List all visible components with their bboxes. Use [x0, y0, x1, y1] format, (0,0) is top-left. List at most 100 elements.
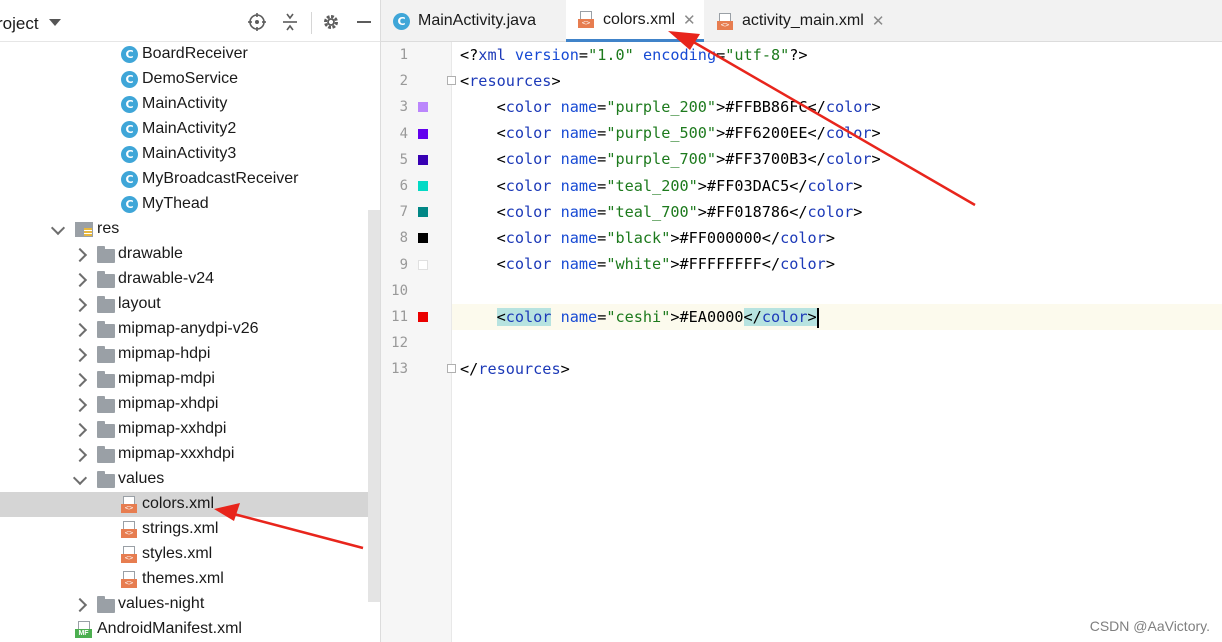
folder-icon: [97, 396, 115, 413]
tree-item[interactable]: values-night: [0, 592, 381, 617]
fold-marker-icon[interactable]: [447, 364, 456, 373]
tree-item[interactable]: mipmap-xhdpi: [0, 392, 381, 417]
tag-name: color: [505, 124, 552, 143]
gear-icon[interactable]: [321, 12, 341, 32]
folder-icon: [97, 246, 115, 263]
tree-item[interactable]: values: [0, 467, 381, 492]
code-line-4[interactable]: <color name="purple_500">#FF6200EE</colo…: [460, 120, 881, 146]
folder-icon: [97, 271, 115, 288]
watermark: CSDN @AaVictory.: [1089, 618, 1210, 634]
color-value: #FF3700B3: [725, 150, 808, 169]
chevron-right-icon[interactable]: [72, 447, 88, 463]
color-swatch-icon[interactable]: [418, 181, 428, 191]
tree-item-label: mipmap-xxxhdpi: [118, 445, 235, 462]
tab-label: MainActivity.java: [418, 12, 536, 29]
tree-item[interactable]: <> themes.xml: [0, 567, 381, 592]
tree-item-label: values: [118, 470, 165, 487]
color-swatch-icon[interactable]: [418, 233, 428, 244]
chevron-right-icon[interactable]: [72, 422, 88, 438]
fold-marker-icon[interactable]: [447, 76, 456, 85]
attr-name: version: [514, 46, 579, 64]
java-class-icon: C: [121, 96, 138, 113]
tag-name: color: [825, 124, 872, 143]
tree-item[interactable]: mipmap-hdpi: [0, 342, 381, 367]
attr-value: "purple_700": [606, 150, 717, 169]
chevron-down-icon[interactable]: [72, 470, 88, 486]
line-number: 7: [399, 204, 408, 221]
chevron-right-icon[interactable]: [72, 372, 88, 388]
tree-item[interactable]: C MyThead: [0, 192, 381, 217]
close-icon[interactable]: ✕: [872, 12, 885, 30]
color-swatch-icon[interactable]: [418, 128, 428, 139]
tree-item-label: MyBroadcastReceiver: [142, 170, 299, 187]
tree-item[interactable]: MF AndroidManifest.xml: [0, 617, 381, 642]
tab-label: activity_main.xml: [742, 12, 864, 29]
tree-item[interactable]: C MainActivity3: [0, 142, 381, 167]
chevron-right-icon[interactable]: [72, 297, 88, 313]
color-swatch-icon[interactable]: [418, 312, 428, 322]
code-line-13[interactable]: </resources>: [460, 356, 570, 382]
tab-activity-main-xml[interactable]: <> activity_main.xml ✕: [705, 0, 895, 42]
chevron-down-icon[interactable]: [49, 19, 61, 26]
tag-name: color: [780, 229, 826, 247]
code-line-6[interactable]: <color name="teal_200">#FF03DAC5</color>: [460, 173, 863, 199]
color-swatch-icon[interactable]: [418, 207, 428, 218]
chevron-right-icon[interactable]: [72, 597, 88, 613]
tab-mainactivity-java[interactable]: C MainActivity.java: [381, 0, 565, 42]
tree-item[interactable]: drawable-v24: [0, 267, 381, 292]
tree-item[interactable]: C DemoService: [0, 67, 381, 92]
xml-file-icon: <>: [121, 546, 137, 563]
color-swatch-icon[interactable]: [418, 154, 428, 165]
tree-item[interactable]: res: [0, 217, 381, 242]
tree-item[interactable]: drawable: [0, 242, 381, 267]
tree-item[interactable]: layout: [0, 292, 381, 317]
code-line-8[interactable]: <color name="black">#FF000000</color>: [460, 225, 835, 251]
chevron-right-icon[interactable]: [72, 272, 88, 288]
tree-item[interactable]: mipmap-xxxhdpi: [0, 442, 381, 467]
tree-item-label: AndroidManifest.xml: [97, 620, 242, 637]
code-editor[interactable]: <?xml version="1.0" encoding="utf-8"?> <…: [381, 42, 1222, 642]
color-swatch-icon[interactable]: [418, 259, 428, 270]
tree-item-label: drawable-v24: [118, 270, 215, 287]
tree-item[interactable]: C BoardReceiver: [0, 42, 381, 67]
tree-item[interactable]: mipmap-xxhdpi: [0, 417, 381, 442]
tree-item[interactable]: mipmap-anydpi-v26: [0, 317, 381, 342]
chevron-right-icon[interactable]: [72, 347, 88, 363]
tree-item[interactable]: <> colors.xml: [0, 492, 381, 517]
tree-item[interactable]: C MainActivity: [0, 92, 381, 117]
tree-item[interactable]: C MyBroadcastReceiver: [0, 167, 381, 192]
java-class-icon: C: [121, 196, 138, 213]
tree-item-label: MyThead: [142, 195, 209, 212]
tree-item[interactable]: mipmap-mdpi: [0, 367, 381, 392]
target-icon[interactable]: [247, 12, 267, 32]
tree-item[interactable]: C MainActivity2: [0, 117, 381, 142]
tab-colors-xml[interactable]: <> colors.xml ✕: [566, 0, 704, 42]
chevron-right-icon[interactable]: [72, 247, 88, 263]
collapse-all-icon[interactable]: [280, 12, 300, 32]
code-line-2[interactable]: <resources>: [460, 68, 561, 94]
tag-name: color: [505, 98, 552, 116]
code-line-11[interactable]: <color name="ceshi">#EA0000</color>: [460, 304, 819, 330]
attr-value: "teal_700": [606, 202, 698, 221]
line-number: 10: [391, 282, 408, 299]
minimize-icon[interactable]: [354, 12, 374, 32]
close-icon[interactable]: ✕: [683, 11, 696, 29]
code-line-3[interactable]: <color name="purple_200">#FFBB86FC</colo…: [460, 94, 881, 120]
code-line-7[interactable]: <color name="teal_700">#FF018786</color>: [460, 199, 863, 225]
chevron-right-icon[interactable]: [72, 322, 88, 338]
attr-value: "ceshi": [606, 308, 671, 326]
color-swatch-icon[interactable]: [418, 102, 428, 113]
chevron-down-icon[interactable]: [50, 220, 66, 236]
code-line-9[interactable]: <color name="white">#FFFFFFFF</color>: [460, 251, 835, 277]
header-divider: [311, 12, 312, 34]
tree-item[interactable]: <> styles.xml: [0, 542, 381, 567]
tree-item[interactable]: <> strings.xml: [0, 517, 381, 542]
panel-title[interactable]: roject: [0, 14, 39, 34]
java-class-icon: C: [121, 121, 138, 138]
gutter-divider: [451, 42, 452, 642]
chevron-right-icon[interactable]: [72, 397, 88, 413]
panel-scrollbar[interactable]: [368, 210, 380, 602]
tag-name: color: [505, 229, 552, 247]
code-line-5[interactable]: <color name="purple_700">#FF3700B3</colo…: [460, 146, 881, 172]
code-line-1[interactable]: <?xml version="1.0" encoding="utf-8"?>: [460, 42, 808, 68]
